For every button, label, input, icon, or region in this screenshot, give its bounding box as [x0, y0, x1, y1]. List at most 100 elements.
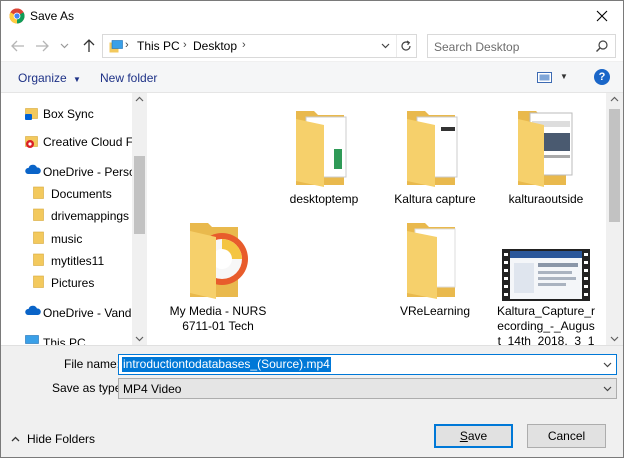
command-bar: Organize ▼ New folder ▼ ? [1, 61, 623, 93]
save-as-dialog: Save As › This PC › Desktop › Search Des… [0, 0, 624, 458]
file-name: Kaltura_Capture_recording_-_August_14th_… [496, 304, 596, 345]
chrome-icon [9, 8, 25, 24]
navigation-scrollbar[interactable] [132, 93, 147, 345]
sidebar-item-label: OneDrive - Vande [43, 306, 139, 320]
refresh-icon [400, 40, 411, 51]
chevron-down-icon: ▼ [73, 75, 81, 84]
blank-thumbnail [274, 217, 374, 301]
close-icon [596, 10, 608, 22]
search-placeholder[interactable]: Search Desktop [434, 40, 519, 54]
folder-documents-icon [407, 111, 458, 187]
save-type-label: Save as type: [52, 381, 125, 395]
cancel-button[interactable]: Cancel [527, 424, 606, 448]
address-dropdown-button[interactable] [376, 35, 394, 57]
back-button[interactable] [9, 37, 27, 55]
up-button[interactable] [80, 37, 98, 55]
address-separator[interactable]: › [183, 39, 187, 51]
cancel-label: Cancel [547, 429, 586, 443]
file-name: kalturaoutside [508, 192, 584, 206]
search-box[interactable]: Search Desktop [427, 34, 616, 58]
scroll-down-icon[interactable] [135, 336, 144, 342]
help-button[interactable]: ? [594, 69, 610, 85]
folder-media-icon [190, 223, 248, 299]
scrollbar-thumb[interactable] [609, 109, 620, 222]
folder-icon [33, 208, 44, 221]
scroll-up-icon[interactable] [610, 96, 619, 102]
save-type-select[interactable]: MP4 Video [118, 378, 617, 399]
address-separator[interactable]: › [242, 39, 246, 51]
organize-button[interactable]: Organize ▼ [18, 71, 81, 85]
file-tile-blank[interactable] [274, 217, 374, 301]
chevron-down-icon: ▼ [560, 72, 568, 81]
arrow-left-icon [11, 40, 24, 52]
sidebar-item-label: drivemappings [51, 209, 130, 223]
title-bar: Save As [1, 1, 623, 31]
close-button[interactable] [587, 3, 617, 29]
save-type-dropdown[interactable] [598, 379, 616, 398]
chevron-down-icon [603, 386, 611, 391]
scroll-up-icon[interactable] [135, 96, 144, 102]
creative-cloud-icon [25, 136, 38, 148]
new-folder-button[interactable]: New folder [100, 71, 157, 85]
arrow-right-icon [36, 40, 49, 52]
window-title: Save As [30, 9, 75, 23]
hide-folders-label: Hide Folders [27, 432, 96, 446]
file-tile-desktoptemp[interactable]: desktoptemp [274, 105, 374, 207]
file-tile-kaltura-video[interactable]: Kaltura_Capture_recording_-_August_14th_… [496, 217, 596, 345]
sidebar-item-label: This PC [43, 336, 86, 345]
breadcrumb-this-pc[interactable]: This PC [137, 39, 180, 53]
file-name: desktoptemp [289, 192, 359, 206]
sidebar-item-label: Pictures [51, 276, 95, 290]
onedrive-icon [25, 305, 41, 315]
folder-browser-icon [518, 111, 573, 187]
file-tile-my-media[interactable]: My Media - NURS 6711-01 Tech [168, 217, 268, 334]
blank-thumbnail [168, 105, 268, 189]
chevron-down-icon [60, 43, 68, 49]
breadcrumb-desktop[interactable]: Desktop [193, 39, 237, 53]
file-name: Kaltura capture [394, 192, 476, 206]
address-separator[interactable]: › [125, 39, 129, 51]
navigation-pane: Box Sync Creative Cloud File OneDrive - … [1, 93, 147, 345]
file-tile-kaltura-capture[interactable]: Kaltura capture [385, 105, 485, 207]
search-icon[interactable] [595, 39, 609, 53]
file-tile-kalturaoutside[interactable]: kalturaoutside [496, 105, 596, 207]
recent-locations-button[interactable] [58, 37, 70, 55]
file-name-label: File name: [64, 357, 121, 371]
scroll-down-icon[interactable] [610, 336, 619, 342]
file-name-value[interactable]: introductiontodatabases_(Source).mp4 [122, 357, 331, 372]
save-button[interactable]: Save [434, 424, 513, 448]
file-list: desktoptemp Kaltura capture kalturaoutsi… [148, 93, 606, 345]
video-thumbnail-icon [502, 249, 590, 301]
sidebar-item-label: music [51, 232, 83, 246]
refresh-button[interactable] [396, 35, 414, 57]
sidebar-item-label: mytitles11 [51, 254, 105, 268]
file-tile-blank[interactable] [168, 105, 268, 189]
file-tile-vrelearning[interactable]: VReLearning [385, 217, 485, 319]
chevron-up-icon [11, 436, 20, 442]
file-list-scrollbar[interactable] [606, 93, 623, 345]
organize-label: Organize [18, 71, 67, 85]
this-pc-icon [109, 40, 123, 53]
chevron-down-icon [603, 362, 611, 367]
chevron-down-icon [381, 43, 389, 49]
folder-icon [33, 253, 44, 266]
address-row: › This PC › Desktop › Search Desktop [1, 31, 623, 61]
save-type-value: MP4 Video [123, 382, 182, 396]
folder-icon [33, 186, 44, 199]
sidebar-item-label: OneDrive - Person [43, 165, 143, 179]
arrow-up-icon [83, 39, 95, 52]
view-icon [537, 72, 552, 83]
address-bar[interactable]: › This PC › Desktop › [102, 34, 417, 58]
sidebar-item-label: Documents [51, 187, 112, 201]
forward-button[interactable] [33, 37, 51, 55]
computer-icon [25, 335, 39, 344]
scrollbar-thumb[interactable] [134, 156, 145, 234]
sidebar-item-label: Creative Cloud File [43, 135, 146, 149]
change-view-button[interactable]: ▼ [537, 70, 571, 86]
file-name-field[interactable]: introductiontodatabases_(Source).mp4 [118, 354, 617, 375]
box-sync-icon [25, 108, 38, 120]
onedrive-icon [25, 164, 41, 174]
folder-icon [33, 231, 44, 244]
file-name: My Media - NURS 6711-01 Tech [169, 304, 267, 333]
file-name-dropdown[interactable] [598, 355, 616, 374]
